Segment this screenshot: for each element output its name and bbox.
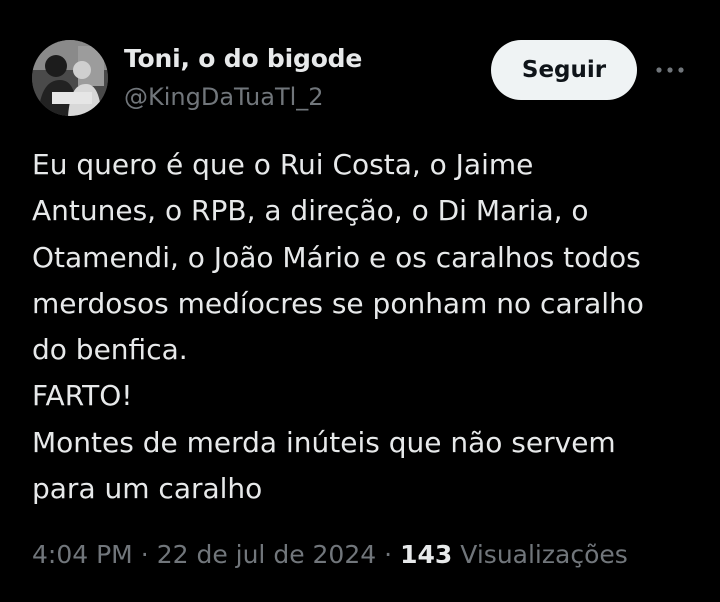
tweet-card: Toni, o do bigode @KingDaTuaTl_2 Seguir … bbox=[0, 0, 720, 602]
meta-separator: · bbox=[384, 540, 393, 569]
tweet-text-line: do benfica. bbox=[32, 333, 188, 367]
author-handle[interactable]: @KingDaTuaTl_2 bbox=[124, 83, 324, 111]
tweet-text-line: merdosos medíocres se ponham no caralho bbox=[32, 286, 644, 320]
follow-button[interactable]: Seguir bbox=[491, 40, 637, 100]
post-time[interactable]: 4:04 PM bbox=[32, 540, 133, 569]
tweet-text-line: para um caralho bbox=[32, 472, 263, 506]
meta-separator: · bbox=[140, 540, 149, 569]
avatar[interactable] bbox=[32, 40, 108, 116]
tweet-text-line: Eu quero é que o Rui Costa, o Jaime bbox=[32, 148, 534, 181]
tweet-text: Eu quero é que o Rui Costa, o Jaime Antu… bbox=[32, 142, 692, 512]
more-horizontal-icon bbox=[656, 67, 684, 73]
tweet-text-line: Otamendi, o João Mário e os caralhos tod… bbox=[32, 240, 641, 274]
tweet-text-line: Antunes, o RPB, a direção, o Di Maria, o bbox=[32, 194, 589, 228]
tweet-text-line: FARTO! bbox=[32, 379, 133, 413]
views-count: 143 bbox=[400, 540, 453, 569]
tweet-meta: 4:04 PM · 22 de jul de 2024 · 143 Visual… bbox=[32, 540, 628, 569]
author-display-name[interactable]: Toni, o do bigode bbox=[124, 44, 362, 73]
views-label: Visualizações bbox=[460, 540, 628, 569]
tweet-text-line: Montes de merda inúteis que não servem bbox=[32, 425, 616, 459]
post-date[interactable]: 22 de jul de 2024 bbox=[157, 540, 376, 569]
profile-photo-icon bbox=[32, 40, 108, 116]
more-options-button[interactable] bbox=[652, 55, 688, 85]
